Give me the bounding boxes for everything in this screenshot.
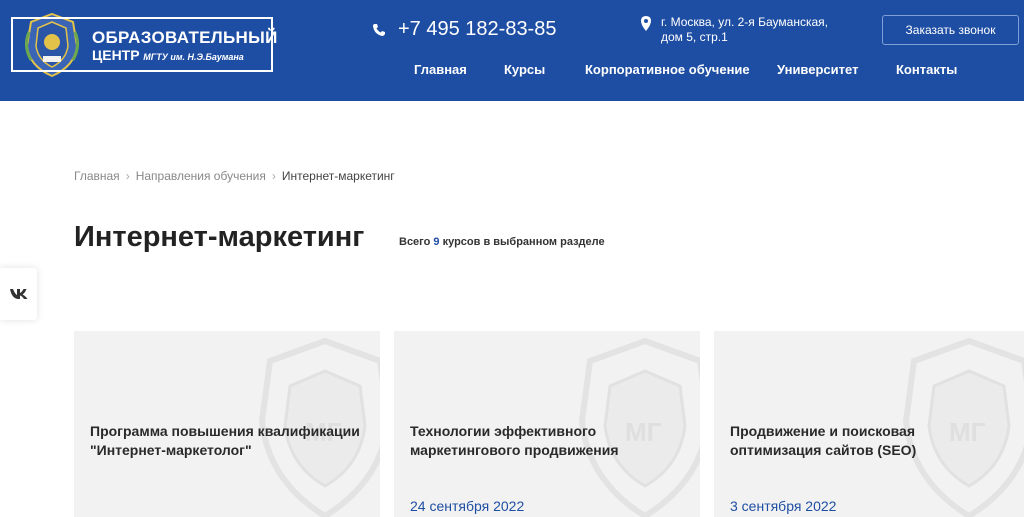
breadcrumb-section[interactable]: Направления обучения	[136, 169, 266, 183]
page-title: Интернет-маркетинг	[74, 221, 365, 253]
breadcrumb-current: Интернет-маркетинг	[281, 169, 395, 183]
logo-title: ОБРАЗОВАТЕЛЬНЫЙ	[92, 28, 278, 47]
logo-subtitle: ЦЕНТР МГТУ им. Н.Э.Баумана	[92, 47, 244, 63]
course-count: Всего 9 курсов в выбранном разделе	[399, 236, 605, 248]
nav-item-corporate[interactable]: Корпоративное обучение	[585, 62, 750, 77]
phone-number: +7 495 182-83-85	[398, 18, 557, 40]
nav-item-home[interactable]: Главная	[414, 62, 467, 77]
site-header: ОБРАЗОВАТЕЛЬНЫЙ ЦЕНТР МГТУ им. Н.Э.Баума…	[0, 0, 1024, 101]
nav-item-courses[interactable]: Курсы	[504, 62, 545, 77]
map-pin-icon	[641, 16, 651, 31]
nav-item-contacts[interactable]: Контакты	[896, 62, 957, 77]
course-title: Программа повышения квалификации "Интерн…	[90, 423, 360, 458]
vk-icon	[9, 289, 27, 299]
course-card[interactable]: МГ Программа повышения квалификации "Инт…	[74, 331, 380, 517]
breadcrumb: Главная › Направления обучения › Интернет-ма…	[74, 169, 395, 183]
vk-share-button[interactable]	[0, 268, 37, 320]
breadcrumb-home[interactable]: Главная	[74, 169, 120, 183]
chevron-right-icon: ›	[271, 169, 276, 183]
nav-item-university[interactable]: Университет	[777, 62, 858, 77]
course-date: 24 сентября 2022	[410, 498, 525, 514]
course-date: 3 сентября 2022	[730, 498, 837, 514]
course-count-value: 9	[433, 236, 440, 248]
course-card[interactable]: МГ Продвижение и поисковая оптимизация с…	[714, 331, 1024, 517]
phone-icon	[373, 23, 385, 36]
course-title: Технологии эффективного маркетингового п…	[410, 423, 619, 458]
chevron-right-icon: ›	[125, 169, 130, 183]
course-title: Продвижение и поисковая оптимизация сайт…	[730, 423, 917, 458]
address-line-2: дом 5, стр.1	[661, 30, 728, 44]
address: г. Москва, ул. 2-я Бауманская, дом 5, ст…	[640, 15, 828, 45]
phone-link[interactable]: +7 495 182-83-85	[372, 18, 556, 41]
request-call-button[interactable]: Заказать звонок	[882, 15, 1019, 45]
address-line-1: г. Москва, ул. 2-я Бауманская,	[661, 15, 828, 29]
course-card[interactable]: МГ Технологии эффективного маркетинговог…	[394, 331, 700, 517]
